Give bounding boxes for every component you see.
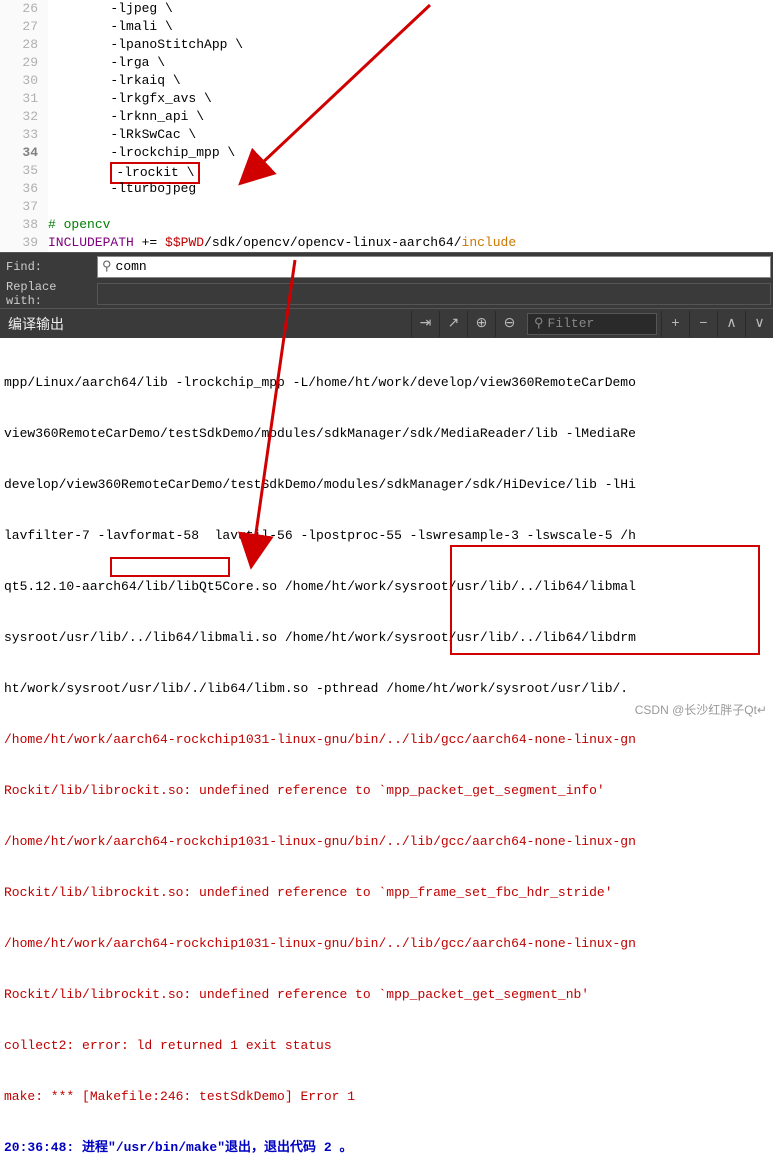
chevron-down-icon[interactable]: ∨ [745,311,773,337]
line-number: 30 [0,72,48,90]
error-line: make: *** [Makefile:246: testSdkDemo] Er… [4,1088,769,1105]
code-line [48,198,773,216]
line-number: 29 [0,54,48,72]
error-line: Rockit/lib/librockit.so: undefined refer… [4,986,769,1003]
find-input[interactable]: ⚲ comn [97,256,771,278]
error-line: collect2: error: ld returned 1 exit stat… [4,1037,769,1054]
line-number: 34 [0,144,48,162]
line-number: 33 [0,126,48,144]
error-line: /home/ht/work/aarch64-rockchip1031-linux… [4,935,769,952]
code-line: -lmali \ [48,18,773,36]
line-number: 26 [0,0,48,18]
highlight-box-2 [110,557,230,577]
line-number: 36 [0,180,48,198]
code-line: -lpanoStitchApp \ [48,36,773,54]
line-number: 27 [0,18,48,36]
output-line: lavfilter-7 -lavformat-58 lavutil-56 -lp… [4,527,769,544]
filter-input[interactable]: ⚲ Filter [527,313,657,335]
code-line: -lrknn_api \ [48,108,773,126]
output-title: 编译输出 [0,314,72,334]
output-line: mpp/Linux/aarch64/lib -lrockchip_mpp -L/… [4,374,769,391]
code-line: -lRkSwCac \ [48,126,773,144]
error-line: Rockit/lib/librockit.so: undefined refer… [4,884,769,901]
output-header: 编译输出 ⇥ ↗ ⊕ ⊖ ⚲ Filter + − ∧ ∨ [0,308,773,338]
final-status-line: 20:36:48: 进程"/usr/bin/make"退出，退出代码 2 。 [4,1139,769,1156]
find-value: comn [116,259,147,274]
error-line: /home/ht/work/aarch64-rockchip1031-linux… [4,731,769,748]
line-number: 37 [0,198,48,216]
zoom-in-icon[interactable]: ⊕ [467,311,495,337]
replace-input[interactable] [97,283,771,305]
filter-placeholder: Filter [548,316,595,331]
arrow-up-right-icon[interactable]: ↗ [439,311,467,337]
line-number: 31 [0,90,48,108]
line-number: 28 [0,36,48,54]
code-editor[interactable]: 26 -ljpeg \ 27 -lmali \ 28 -lpanoStitchA… [0,0,773,252]
replace-label: Replace with: [0,280,95,308]
indent-icon[interactable]: ⇥ [411,311,439,337]
search-icon: ⚲ [102,259,112,274]
code-line: -lturbojpeg [48,180,773,198]
plus-icon[interactable]: + [661,311,689,337]
code-line: # opencv [48,216,773,234]
code-line: -lrga \ [48,54,773,72]
code-line: -lrockit \ [48,162,773,180]
search-icon: ⚲ [534,316,544,331]
error-line: Rockit/lib/librockit.so: undefined refer… [4,782,769,799]
code-line: -lrkaiq \ [48,72,773,90]
line-number: 35 [0,162,48,180]
code-line: -lrockchip_mpp \ [48,144,773,162]
highlight-box-3 [450,545,760,655]
find-bar: Find: ⚲ comn [0,252,773,280]
code-line: -ljpeg \ [48,0,773,18]
code-line: -lrkgfx_avs \ [48,90,773,108]
replace-bar: Replace with: [0,280,773,308]
minus-icon[interactable]: − [689,311,717,337]
zoom-out-icon[interactable]: ⊖ [495,311,523,337]
error-line: /home/ht/work/aarch64-rockchip1031-linux… [4,833,769,850]
chevron-up-icon[interactable]: ∧ [717,311,745,337]
line-number: 39 [0,234,48,252]
watermark: CSDN @长沙红胖子Qt↵ [635,701,767,718]
line-number: 38 [0,216,48,234]
output-line: view360RemoteCarDemo/testSdkDemo/modules… [4,425,769,442]
find-label: Find: [0,260,95,274]
compile-output[interactable]: mpp/Linux/aarch64/lib -lrockchip_mpp -L/… [0,338,773,1175]
code-line: INCLUDEPATH += $$PWD/sdk/opencv/opencv-l… [48,234,773,252]
output-line: ht/work/sysroot/usr/lib/./lib64/libm.so … [4,680,769,697]
output-line: develop/view360RemoteCarDemo/testSdkDemo… [4,476,769,493]
line-number: 32 [0,108,48,126]
